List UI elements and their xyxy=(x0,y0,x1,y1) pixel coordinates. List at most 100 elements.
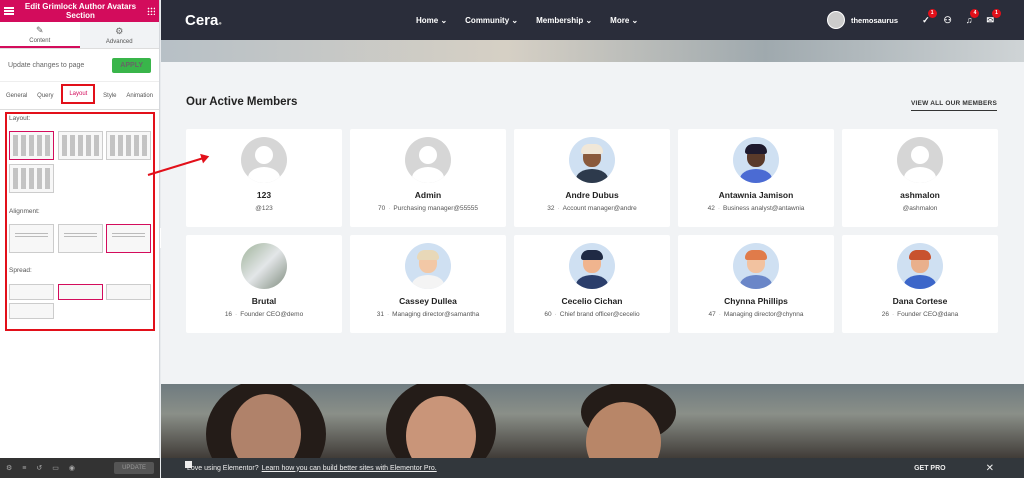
member-name[interactable]: Admin xyxy=(350,190,506,200)
separator-dot: · xyxy=(235,311,238,318)
member-card[interactable]: Admin 70 · Purchasing manager@55555 xyxy=(350,129,506,227)
layout-option-4[interactable] xyxy=(9,164,54,193)
panel-footer: ⚙ ≡ ↺ ▭ ◉ UPDATE xyxy=(0,458,160,478)
panel-title: Edit Grimlock Author Avatars Section xyxy=(24,2,137,20)
member-role: @123 xyxy=(255,205,273,212)
member-card[interactable]: Cecelio Cichan 60 · Chief brand officer@cec… xyxy=(514,235,670,333)
hero-photo xyxy=(161,384,1024,459)
promo-link[interactable]: Learn how you can build better sites wit… xyxy=(262,465,437,472)
nav-home[interactable]: Home xyxy=(416,16,447,25)
member-number: 16 xyxy=(224,311,233,318)
subtab-animation[interactable]: Animation xyxy=(124,87,155,105)
layout-option-3[interactable] xyxy=(106,131,151,160)
separator-dot: · xyxy=(891,311,895,318)
spread-option-4[interactable] xyxy=(9,303,54,319)
nav-more[interactable]: More xyxy=(610,16,638,25)
alignment-center[interactable] xyxy=(58,224,103,253)
member-role: @ashmalon xyxy=(902,205,938,212)
logo-text: Cera xyxy=(185,11,219,29)
alignment-left[interactable] xyxy=(9,224,54,253)
subtab-layout[interactable]: Layout xyxy=(61,83,96,104)
separator-dot: · xyxy=(557,205,560,212)
member-role: Chief brand officer@cecelio xyxy=(559,311,640,318)
history-icon[interactable]: ↺ xyxy=(36,464,42,472)
member-card[interactable]: Andre Dubus 32 · Account manager@andre xyxy=(514,129,670,227)
member-name[interactable]: Andre Dubus xyxy=(514,190,670,200)
member-number: 60 xyxy=(544,311,552,318)
subtab-general[interactable]: General xyxy=(4,87,29,105)
close-icon[interactable]: ✕ xyxy=(986,463,994,474)
member-name[interactable]: 123 xyxy=(186,190,342,200)
member-name[interactable]: ashmalon xyxy=(842,190,998,200)
member-role: Account manager@andre xyxy=(562,205,637,212)
alignment-label: Alignment: xyxy=(9,208,40,215)
user-avatar[interactable] xyxy=(826,11,845,29)
subtab-query[interactable]: Query xyxy=(35,87,55,105)
separator-dot: · xyxy=(388,205,391,212)
member-avatar[interactable] xyxy=(405,137,451,183)
member-card[interactable]: 123 @123 xyxy=(186,129,342,227)
member-card[interactable]: Cassey Dullea 31 · Managing director@samant… xyxy=(350,235,506,333)
widgets-grid-icon[interactable] xyxy=(147,7,155,15)
member-name[interactable]: Cassey Dullea xyxy=(350,296,506,306)
view-all-members-link[interactable]: VIEW ALL OUR MEMBERS xyxy=(911,100,997,111)
pencil-icon: ✎ xyxy=(35,24,44,35)
separator-dot: · xyxy=(718,311,721,318)
member-avatar[interactable] xyxy=(569,243,615,289)
spread-option-3[interactable] xyxy=(106,284,151,300)
check-icon[interactable]: ✓ 1 xyxy=(922,8,937,26)
member-meta: 32 · Account manager@andre xyxy=(514,205,670,212)
mail-icon[interactable]: ✉ 1 xyxy=(986,8,1001,26)
member-card[interactable]: Brutal 16 · Founder CEO@demo xyxy=(186,235,342,333)
banner-image-strip xyxy=(161,40,1024,62)
member-avatar[interactable] xyxy=(241,243,287,289)
nav-community[interactable]: Community xyxy=(465,16,518,25)
member-name[interactable]: Cecelio Cichan xyxy=(514,296,670,306)
member-avatar[interactable] xyxy=(569,137,615,183)
preview-icon[interactable]: ◉ xyxy=(69,464,75,472)
member-card[interactable]: Chynna Phillips 47 · Managing director@chyn… xyxy=(678,235,834,333)
responsive-icon[interactable]: ▭ xyxy=(52,464,59,472)
member-card[interactable]: Dana Cortese 26 · Founder CEO@dana xyxy=(842,235,998,333)
bell-icon[interactable]: ♫ 4 xyxy=(966,8,980,26)
section-subtabs: General Query Layout Style Animation xyxy=(0,82,159,110)
tab-advanced-label: Advanced xyxy=(105,38,133,45)
member-card[interactable]: ashmalon @ashmalon xyxy=(842,129,998,227)
member-avatar[interactable] xyxy=(897,137,943,183)
update-button[interactable]: UPDATE xyxy=(114,462,154,474)
member-name[interactable]: Brutal xyxy=(186,296,342,306)
tab-content[interactable]: ✎ Content xyxy=(0,22,80,48)
member-meta: 70 · Purchasing manager@55555 xyxy=(350,205,506,212)
spread-option-1[interactable] xyxy=(9,284,54,300)
member-role: Managing director@chynna xyxy=(723,311,804,318)
site-logo[interactable]: Cera● xyxy=(185,12,222,29)
gear-icon: ⚙ xyxy=(115,25,124,36)
subtab-style[interactable]: Style xyxy=(101,87,118,105)
users-icon[interactable]: ⚇ xyxy=(944,15,952,26)
member-card[interactable]: Antawnia Jamison 42 · Business analyst@anta… xyxy=(678,129,834,227)
member-role: Business analyst@antawnia xyxy=(723,205,805,212)
menu-icon[interactable] xyxy=(4,7,14,15)
member-name[interactable]: Antawnia Jamison xyxy=(678,190,834,200)
username[interactable]: themosaurus xyxy=(851,16,898,25)
member-name[interactable]: Dana Cortese xyxy=(842,296,998,306)
spread-label: Spread: xyxy=(9,267,32,274)
member-avatar[interactable] xyxy=(733,243,779,289)
spread-option-2[interactable] xyxy=(58,284,103,300)
alignment-right[interactable] xyxy=(106,224,151,253)
member-avatar[interactable] xyxy=(733,137,779,183)
settings-icon[interactable]: ⚙ xyxy=(6,464,12,472)
member-avatar[interactable] xyxy=(897,243,943,289)
site-header: Cera● Home Community Membership More the… xyxy=(161,0,1024,40)
get-pro-link[interactable]: GET PRO xyxy=(914,465,946,472)
layers-icon[interactable]: ≡ xyxy=(22,465,26,472)
member-avatar[interactable] xyxy=(241,137,287,183)
member-name[interactable]: Chynna Phillips xyxy=(678,296,834,306)
apply-button[interactable]: APPLY xyxy=(112,57,151,73)
layout-option-1[interactable] xyxy=(9,131,54,160)
layout-option-2[interactable] xyxy=(58,131,103,160)
members-section: Our Active Members VIEW ALL OUR MEMBERS … xyxy=(161,62,1024,384)
member-avatar[interactable] xyxy=(405,243,451,289)
nav-membership[interactable]: Membership xyxy=(536,16,592,25)
tab-advanced[interactable]: ⚙ Advanced xyxy=(79,22,159,48)
